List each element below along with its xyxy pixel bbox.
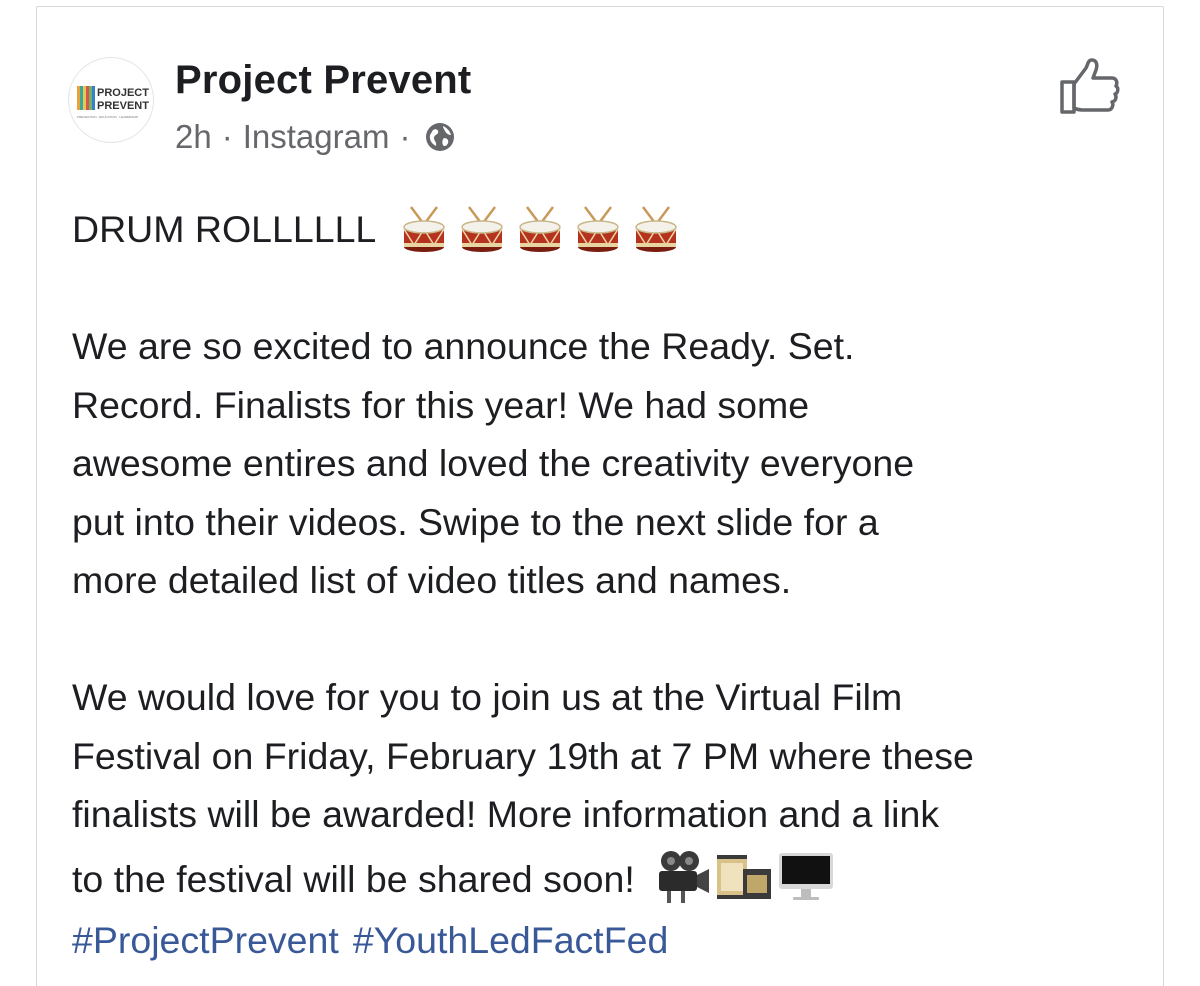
thumbs-up-icon[interactable] [1058,56,1122,116]
post-line: We are so excited to announce the Ready.… [72,325,855,367]
movie-camera-icon [659,850,710,903]
logo-tagline: PREVENTION · EDUCATION · LEADERSHIP [77,115,138,119]
film-strip-icon [717,854,772,899]
avatar[interactable]: PROJECT PREVENT PREVENTION · EDUCATION ·… [68,57,154,143]
logo-line2: PREVENT [97,100,149,112]
meta-separator: · [221,118,233,155]
media-emojis [653,847,835,905]
post-line: DRUM ROLLLLLL [72,208,375,250]
logo-line1: PROJECT [97,87,149,99]
hashtags: #ProjectPrevent #YouthLedFactFed [72,911,1152,970]
project-prevent-logo: PROJECT PREVENT PREVENTION · EDUCATION ·… [77,86,149,119]
post-line: Festival on Friday, February 19th at 7 P… [72,734,974,777]
hashtag-link[interactable]: #YouthLedFactFed [353,919,669,961]
post-line: awesome entires and loved the creativity… [72,442,915,484]
post-line: We would love for you to join us at the … [72,676,903,718]
drum-icon [403,206,446,253]
drum-icon [577,206,620,253]
drum-emojis [399,203,681,253]
post-line: to the festival will be shared soon! [72,857,635,900]
post-time[interactable]: 2h [175,118,212,156]
post-line: Record. Finalists for this year! We had … [72,383,810,426]
post-source[interactable]: Instagram [243,118,390,156]
globe-icon[interactable] [424,121,456,153]
desktop-computer-icon [779,852,834,900]
drum-icon [519,206,562,253]
post-line: finalists will be awarded! More informat… [72,793,940,835]
post-line: more detailed list of video titles and n… [72,559,792,601]
page-name-link[interactable]: Project Prevent [175,58,471,103]
meta-separator: · [399,118,411,155]
post-meta: 2h · Instagram · [175,118,456,156]
post-text: DRUM ROLLLLLL We are so excited to annou… [72,200,1152,969]
post-line: put into their videos. Swipe to the next… [72,500,879,543]
drum-icon [635,206,678,253]
drum-icon [461,206,504,253]
hashtag-link[interactable]: #ProjectPrevent [72,919,339,961]
